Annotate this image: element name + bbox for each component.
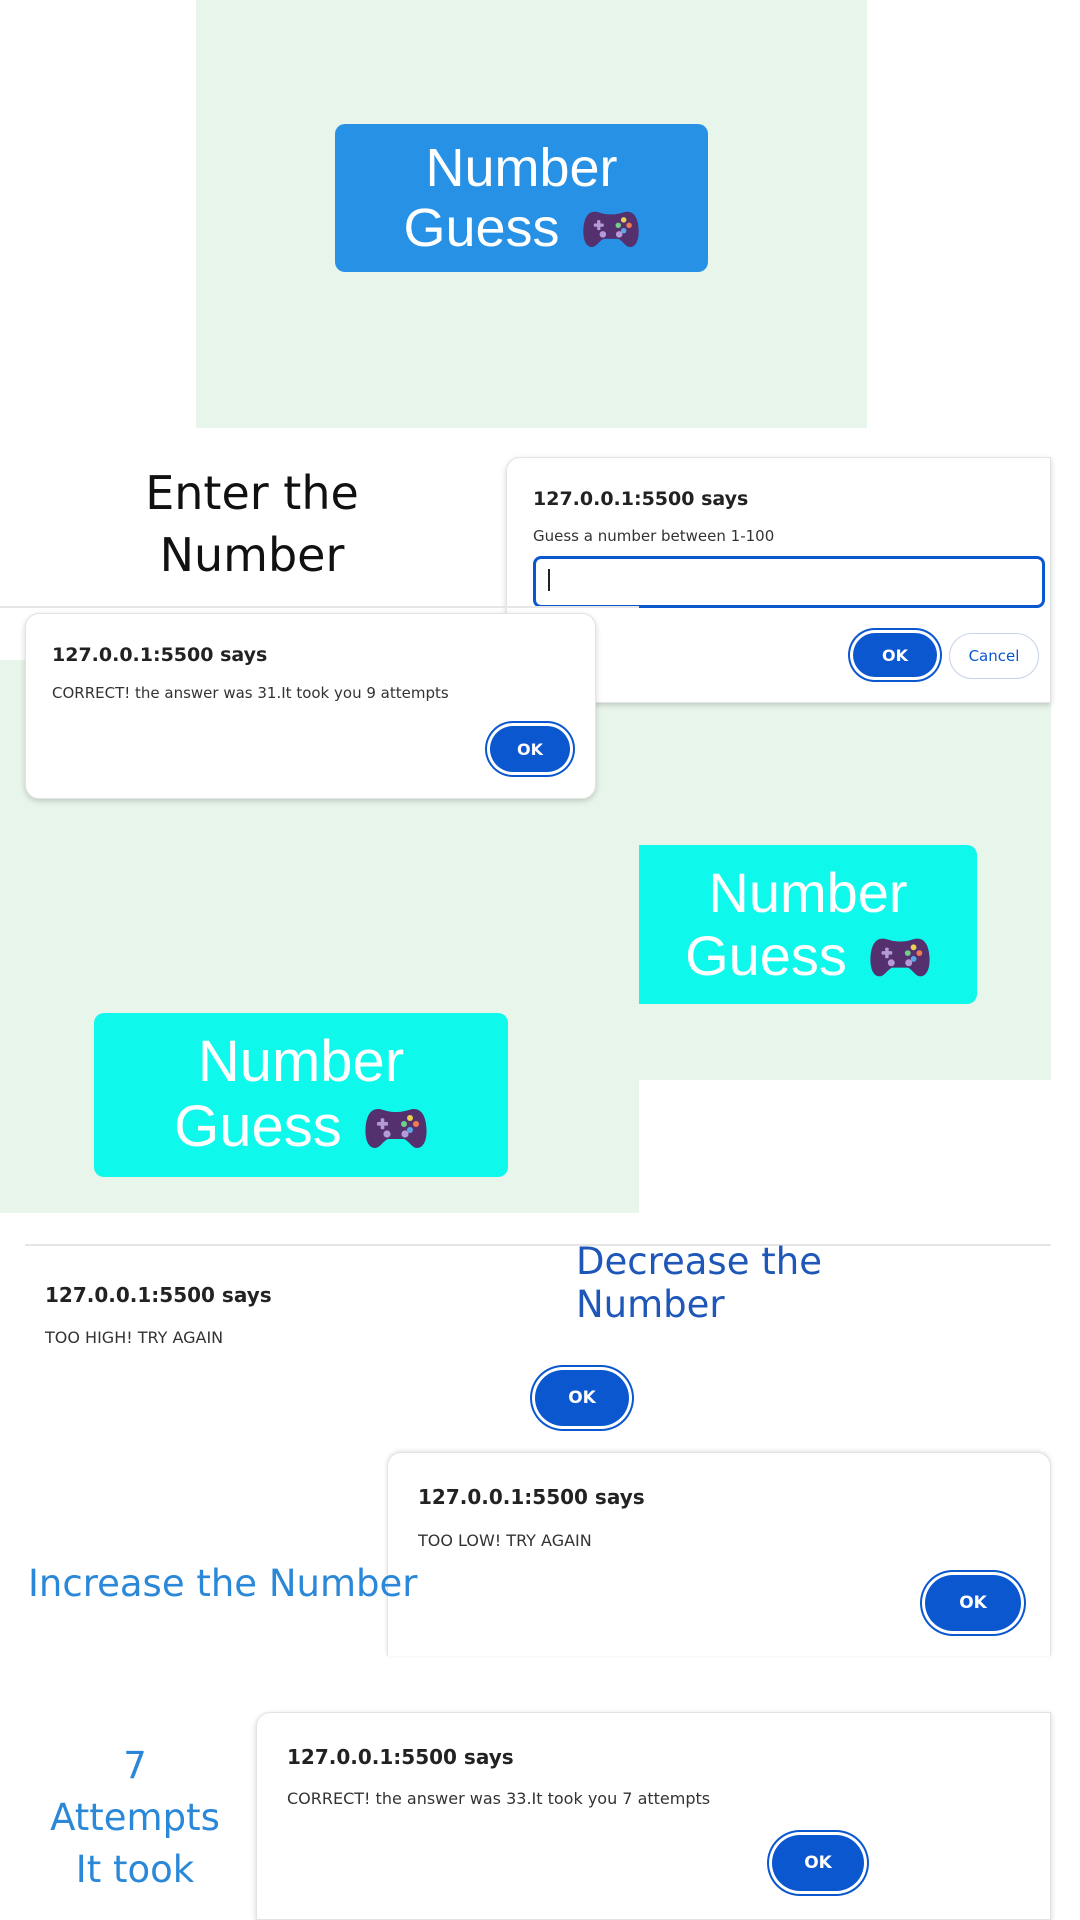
dialog-origin: 127.0.0.1:5500 says: [52, 644, 268, 666]
correct-33-ok-button[interactable]: OK: [772, 1835, 864, 1891]
title-card-right: Number Guess: [639, 845, 977, 1004]
text-caret: [548, 569, 550, 591]
dialog-message: CORRECT! the answer was 33.It took you 7…: [287, 1789, 711, 1808]
correct-ok-button[interactable]: OK: [490, 726, 570, 772]
gamepad-icon: [869, 932, 931, 980]
caption-decrease-number: Decrease the Number: [576, 1240, 822, 1326]
gamepad-icon: [364, 1102, 428, 1152]
title-line-1: Number: [197, 1029, 405, 1095]
prompt-ok-button[interactable]: OK: [853, 633, 937, 677]
divider-line: [0, 606, 639, 608]
gamepad-icon: [582, 206, 640, 250]
dialog-origin: 127.0.0.1:5500 says: [45, 1283, 272, 1307]
title-line-2: Guess: [174, 1094, 342, 1159]
title-line-2: Guess: [403, 198, 560, 258]
caption-attempts: 7 Attempts It took: [50, 1744, 220, 1891]
prompt-cancel-button[interactable]: Cancel: [949, 633, 1039, 679]
dialog-message: CORRECT! the answer was 31.It took you 9…: [52, 684, 449, 702]
dialog-origin: 127.0.0.1:5500 says: [533, 488, 749, 510]
title-line-1: Number: [425, 137, 618, 198]
dialog-origin: 127.0.0.1:5500 says: [418, 1485, 645, 1509]
too-high-dialog: 127.0.0.1:5500 says TOO HIGH! TRY AGAIN …: [25, 1248, 629, 1453]
too-low-ok-button[interactable]: OK: [925, 1575, 1021, 1631]
dialog-origin: 127.0.0.1:5500 says: [287, 1745, 514, 1769]
caption-increase-number: Increase the Number: [28, 1562, 418, 1605]
dialog-message: TOO HIGH! TRY AGAIN: [45, 1328, 224, 1347]
too-high-ok-button[interactable]: OK: [535, 1370, 629, 1426]
dialog-message: Guess a number between 1-100: [533, 527, 775, 545]
dialog-message: TOO LOW! TRY AGAIN: [418, 1531, 592, 1550]
caption-enter-number: Enter the Number: [145, 466, 359, 582]
title-line-2: Guess: [685, 923, 847, 987]
correct-dialog-33: 127.0.0.1:5500 says CORRECT! the answer …: [256, 1712, 1051, 1920]
title-card-left: Number Guess: [94, 1013, 508, 1177]
title-line-1: Number: [708, 860, 908, 924]
too-low-dialog: 127.0.0.1:5500 says TOO LOW! TRY AGAIN O…: [387, 1452, 1051, 1656]
guess-input[interactable]: [533, 556, 1045, 608]
title-card-top: Number Guess: [335, 124, 708, 272]
correct-dialog-31: 127.0.0.1:5500 says CORRECT! the answer …: [25, 613, 596, 799]
